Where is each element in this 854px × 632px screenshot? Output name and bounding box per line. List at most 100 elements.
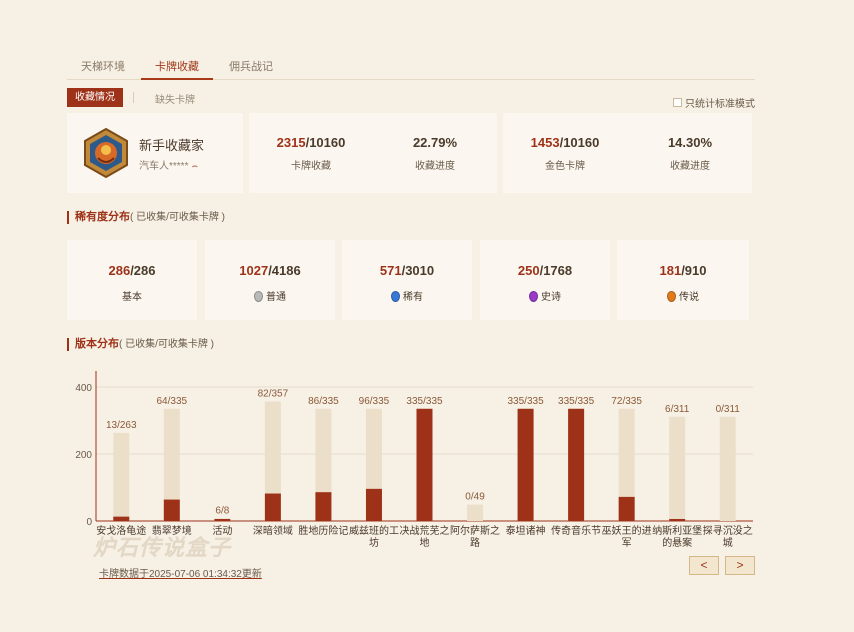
cards-progress-stat: 22.79% 收藏进度 bbox=[375, 135, 495, 172]
data-label: 96/335 bbox=[359, 396, 390, 407]
tab-card-collection[interactable]: 卡牌收藏 bbox=[141, 58, 213, 80]
x-tick-label: 胜地历险记 bbox=[298, 524, 348, 537]
golden-owned: 1453 bbox=[530, 135, 560, 150]
data-update-note: 卡牌数据于2025-07-06 01:34:32更新 bbox=[99, 569, 262, 580]
cards-progress-label: 收藏进度 bbox=[415, 161, 455, 172]
data-label: 0/49 bbox=[465, 492, 485, 503]
data-label: 6/8 bbox=[215, 505, 229, 516]
next-page-button[interactable]: > bbox=[725, 556, 755, 575]
rarity-label: 稀有 bbox=[403, 292, 423, 303]
rarity-card-rare: 571/3010 稀有 bbox=[342, 240, 472, 320]
subtab-collection-status[interactable]: 收藏情况 bbox=[67, 88, 123, 107]
tab-bar: 天梯环境 卡牌收藏 佣兵战记 bbox=[67, 52, 755, 80]
data-label: 335/335 bbox=[406, 396, 443, 407]
rarity-label: 普通 bbox=[266, 292, 286, 303]
bar-total bbox=[669, 416, 686, 521]
x-tick-label: 探寻沉没之 bbox=[703, 524, 753, 537]
rare-gem-icon bbox=[391, 291, 400, 302]
bar-owned bbox=[264, 493, 281, 521]
subtab-divider bbox=[133, 92, 134, 103]
bar-owned bbox=[214, 518, 231, 521]
rarity-owned: 286 bbox=[108, 263, 131, 278]
rarity-total: /1768 bbox=[539, 263, 573, 278]
data-label: 0/311 bbox=[716, 404, 741, 415]
x-tick-label: 深暗领域 bbox=[253, 524, 293, 537]
rarity-total: /286 bbox=[130, 263, 156, 278]
cards-total: /10160 bbox=[305, 135, 346, 150]
version-title: 版本分布 bbox=[75, 338, 119, 350]
standard-mode-label: 只统计标准模式 bbox=[685, 99, 755, 110]
bar-total bbox=[467, 504, 484, 521]
bar-owned bbox=[568, 408, 585, 521]
data-label: 86/335 bbox=[308, 396, 339, 407]
data-label: 335/335 bbox=[507, 396, 544, 407]
rarity-subtitle: ( 已收集/可收集卡牌 ) bbox=[130, 212, 225, 223]
user-card: 新手收藏家 汽车人***** ⌢ bbox=[67, 113, 243, 193]
x-tick-label: 地 bbox=[420, 536, 430, 549]
bar-owned bbox=[113, 516, 130, 521]
rarity-owned: 250 bbox=[517, 263, 540, 278]
user-title: 新手收藏家 bbox=[139, 138, 205, 153]
golden-stat-card: 1453/10160 金色卡牌 14.30% 收藏进度 bbox=[503, 113, 752, 193]
y-tick-label: 0 bbox=[86, 517, 92, 528]
user-name: 汽车人***** ⌢ bbox=[139, 157, 198, 172]
bar-owned bbox=[365, 488, 382, 521]
bar-owned bbox=[517, 408, 534, 521]
user-name-text: 汽车人***** bbox=[139, 161, 189, 172]
x-tick-label: 的悬案 bbox=[662, 536, 692, 549]
x-tick-label: 坊 bbox=[369, 536, 379, 549]
show-name-icon[interactable]: ⌢ bbox=[191, 161, 198, 172]
x-tick-label: 威兹班的工 bbox=[349, 524, 399, 537]
y-tick-label: 200 bbox=[75, 450, 92, 461]
epic-gem-icon bbox=[529, 291, 538, 302]
bar-total bbox=[113, 432, 130, 521]
x-tick-label: 路 bbox=[470, 536, 480, 549]
subtab-missing-cards[interactable]: 缺失卡牌 bbox=[155, 91, 195, 106]
rarity-section-title: 稀有度分布( 已收集/可收集卡牌 ) bbox=[67, 211, 225, 224]
version-distribution-chart: 020040013/263安戈洛龟途64/335翡翠梦境6/8活动82/357深… bbox=[75, 371, 753, 549]
y-tick-label: 400 bbox=[75, 383, 92, 394]
golden-label: 金色卡牌 bbox=[545, 161, 585, 172]
rarity-total: /910 bbox=[681, 263, 707, 278]
cards-owned: 2315 bbox=[276, 135, 306, 150]
x-tick-label: 纳斯利亚堡 bbox=[652, 524, 702, 537]
bar-owned bbox=[163, 499, 180, 521]
cards-progress-value: 22.79% bbox=[412, 135, 458, 150]
golden-total: /10160 bbox=[559, 135, 600, 150]
checkbox[interactable] bbox=[673, 98, 682, 107]
x-tick-label: 巫妖王的进 bbox=[602, 524, 652, 537]
golden-progress-stat: 14.30% 收藏进度 bbox=[630, 135, 750, 172]
x-tick-label: 军 bbox=[622, 537, 632, 549]
bar-total bbox=[719, 416, 736, 521]
rarity-total: /4186 bbox=[268, 263, 301, 278]
x-tick-label: 传奇音乐节 bbox=[551, 524, 601, 537]
rarity-title: 稀有度分布 bbox=[75, 211, 130, 223]
standard-mode-toggle[interactable]: 只统计标准模式 bbox=[673, 95, 755, 110]
x-tick-label: 阿尔萨斯之 bbox=[450, 524, 500, 537]
data-label: 13/263 bbox=[106, 420, 137, 431]
rarity-card-common: 1027/4186 普通 bbox=[205, 240, 335, 320]
version-subtitle: ( 已收集/可收集卡牌 ) bbox=[119, 339, 214, 350]
bar-owned bbox=[669, 518, 686, 521]
golden-progress-label: 收藏进度 bbox=[670, 161, 710, 172]
prev-page-button[interactable]: < bbox=[689, 556, 719, 575]
golden-progress-value: 14.30% bbox=[667, 135, 713, 150]
x-tick-label: 城 bbox=[723, 537, 733, 549]
tab-mercenaries[interactable]: 佣兵战记 bbox=[215, 58, 287, 80]
rarity-total: /3010 bbox=[401, 263, 435, 278]
common-gem-icon bbox=[254, 291, 263, 302]
cards-label: 卡牌收藏 bbox=[291, 161, 331, 172]
collector-badge-icon bbox=[84, 128, 128, 178]
data-label: 72/335 bbox=[611, 396, 642, 407]
data-label: 82/357 bbox=[258, 388, 289, 399]
legendary-gem-icon bbox=[667, 291, 676, 302]
bar-owned bbox=[416, 408, 433, 521]
rarity-card-legendary: 181/910 传说 bbox=[617, 240, 749, 320]
x-tick-label: 决战荒芜之 bbox=[400, 524, 450, 537]
x-tick-label: 泰坦诸神 bbox=[506, 524, 546, 537]
data-label: 335/335 bbox=[558, 396, 595, 407]
bar-owned bbox=[618, 496, 635, 521]
tab-ladder[interactable]: 天梯环境 bbox=[67, 58, 139, 80]
rarity-label: 传说 bbox=[679, 292, 699, 303]
rarity-card-epic: 250/1768 史诗 bbox=[480, 240, 610, 320]
